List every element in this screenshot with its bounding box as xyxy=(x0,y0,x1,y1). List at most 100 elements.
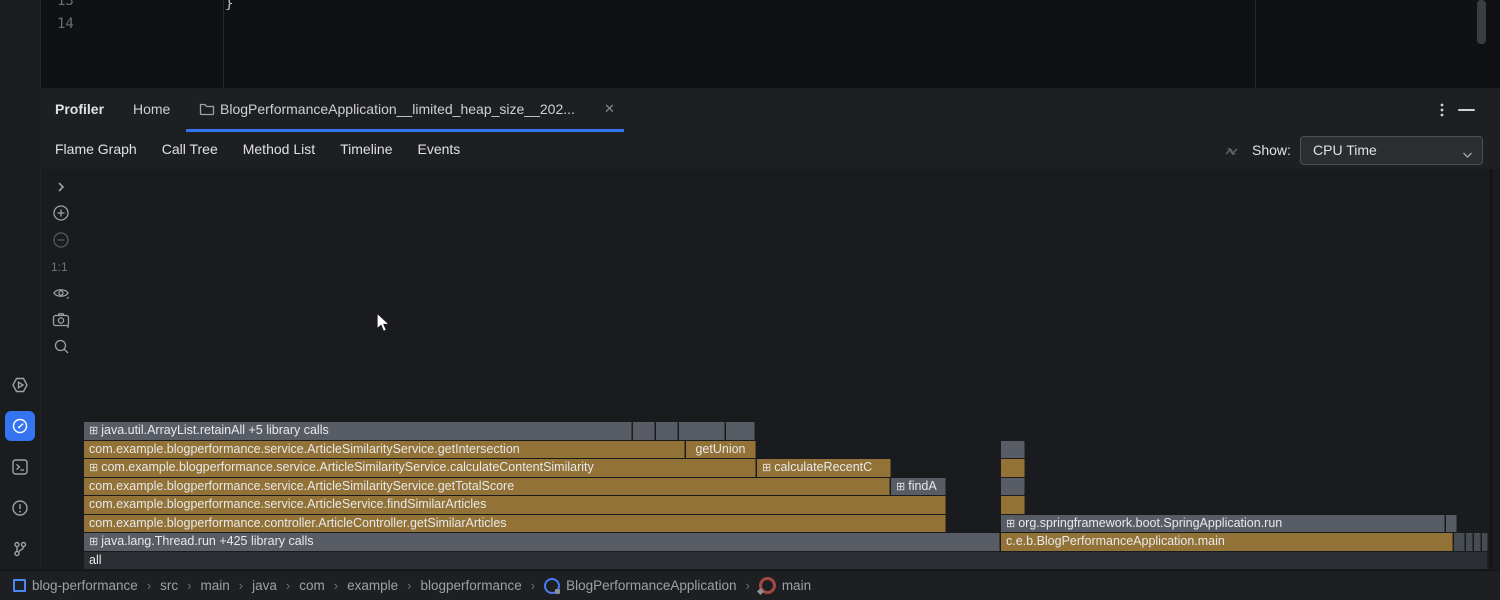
expand-chevron-icon[interactable] xyxy=(52,178,70,196)
zoom-in-icon[interactable] xyxy=(52,204,70,222)
flame-segment-run-425-library-calls[interactable]: ⊞java.lang.Thread.run +425 library calls xyxy=(84,533,1000,551)
breadcrumb-item-example[interactable]: example xyxy=(347,578,398,593)
ide-window: 13 14 } Profiler Home BlogPerf xyxy=(0,0,1500,600)
breadcrumb-item-com[interactable]: com xyxy=(299,578,325,593)
breadcrumb-label: java xyxy=(252,578,277,593)
gutter-line-number: 13 xyxy=(57,0,74,9)
flame-segment-label: java.util.ArrayList.retainAll +5 library… xyxy=(101,423,329,437)
breadcrumb-label: com xyxy=(299,578,325,593)
expand-node-icon[interactable]: ⊞ xyxy=(89,462,98,474)
screenshot-camera-icon[interactable] xyxy=(52,311,70,329)
flame-segment-label: findA xyxy=(908,479,937,493)
breadcrumb-label: blogperformance xyxy=(420,578,521,593)
breadcrumb-separator-icon: › xyxy=(147,578,151,593)
breadcrumb-item-java[interactable]: java xyxy=(252,578,277,593)
flame-segment-label: com.example.blogperformance.service.Arti… xyxy=(89,479,514,493)
flame-segment[interactable] xyxy=(679,422,725,440)
tab-home[interactable]: Home xyxy=(133,101,170,117)
flame-segment-gettotalscore[interactable]: com.example.blogperformance.service.Arti… xyxy=(84,478,890,496)
breadcrumb-item-src[interactable]: src xyxy=(160,578,178,593)
breadcrumb-separator-icon: › xyxy=(745,578,749,593)
terminal-icon[interactable] xyxy=(5,452,35,482)
breadcrumb-label: src xyxy=(160,578,178,593)
flame-segment-label: com.example.blogperformance.service.Arti… xyxy=(89,442,520,456)
flame-segment[interactable] xyxy=(1466,533,1473,551)
breadcrumb-separator-icon: › xyxy=(187,578,191,593)
flame-segment-label: calculateRecentC xyxy=(774,460,872,474)
breadcrumb-separator-icon: › xyxy=(407,578,411,593)
session-tab-label: BlogPerformanceApplication__limited_heap… xyxy=(220,101,575,117)
flame-segment[interactable] xyxy=(1451,515,1457,533)
breadcrumb-item-main[interactable]: main xyxy=(759,577,811,594)
breadcrumb-label: example xyxy=(347,578,398,593)
flame-segment[interactable] xyxy=(1001,496,1025,514)
method-icon xyxy=(759,577,776,594)
flame-segment-retainall-5-library-calls[interactable]: ⊞java.util.ArrayList.retainAll +5 librar… xyxy=(84,422,632,440)
flame-segment[interactable] xyxy=(1474,533,1481,551)
flame-segment-label: org.springframework.boot.SpringApplicati… xyxy=(1018,516,1282,530)
class-icon xyxy=(544,578,560,594)
profiler-icon[interactable] xyxy=(5,411,35,441)
zoom-reset-button[interactable]: 1:1 xyxy=(51,260,68,274)
version-control-icon[interactable] xyxy=(5,534,35,564)
breadcrumb-label: main xyxy=(201,578,230,593)
module-icon xyxy=(13,579,26,592)
editor-pane[interactable]: 13 14 } xyxy=(0,0,1500,89)
profiler-tabs: Flame GraphCall TreeMethod ListTimelineE… xyxy=(55,132,460,169)
more-options-icon[interactable] xyxy=(1434,101,1450,124)
flame-segment[interactable] xyxy=(633,422,655,440)
breadcrumb-item-main[interactable]: main xyxy=(201,578,230,593)
flame-segment[interactable] xyxy=(1001,478,1025,496)
expand-node-icon[interactable]: ⊞ xyxy=(89,536,98,548)
editor-split-divider xyxy=(1255,0,1256,88)
flame-segment[interactable] xyxy=(1454,533,1465,551)
flame-segment[interactable] xyxy=(656,422,678,440)
problems-icon[interactable] xyxy=(5,493,35,523)
flame-segment-calculatecontentsimilarity[interactable]: ⊞com.example.blogperformance.service.Art… xyxy=(84,459,756,477)
flame-segment-label: com.example.blogperformance.service.Arti… xyxy=(89,497,486,511)
toolbar-divider xyxy=(40,169,41,570)
breadcrumb-item-blogperformanceapplication[interactable]: BlogPerformanceApplication xyxy=(544,578,736,594)
tool-window-stripe xyxy=(0,0,41,570)
scale-arrows-icon[interactable] xyxy=(1222,142,1241,166)
expand-node-icon[interactable]: ⊞ xyxy=(1006,518,1015,530)
breadcrumb-separator-icon: › xyxy=(239,578,243,593)
expand-node-icon[interactable]: ⊞ xyxy=(89,425,98,437)
breadcrumb-separator-icon: › xyxy=(286,578,290,593)
flame-segment-label: com.example.blogperformance.controller.A… xyxy=(89,516,507,530)
breadcrumb: blog-performance › src › main › java › com › examp… xyxy=(0,570,1500,600)
expand-node-icon[interactable]: ⊞ xyxy=(762,462,771,474)
close-icon[interactable]: ✕ xyxy=(604,101,615,117)
panel-title: Profiler xyxy=(55,101,104,117)
flame-segment[interactable] xyxy=(1001,459,1025,477)
flame-segment-getintersection[interactable]: com.example.blogperformance.service.Arti… xyxy=(84,441,685,459)
flame-segment-all[interactable]: all xyxy=(84,552,1488,570)
flame-segment-label: getUnion xyxy=(695,442,745,456)
flame-segment[interactable] xyxy=(726,422,755,440)
breadcrumb-item-blog-performance[interactable]: blog-performance xyxy=(13,578,138,593)
flame-segment-finda[interactable]: ⊞findA xyxy=(891,478,946,496)
mouse-cursor xyxy=(375,312,393,341)
flame-segment-getsimilararticles[interactable]: com.example.blogperformance.controller.A… xyxy=(84,515,946,533)
zoom-out-icon[interactable] xyxy=(52,231,70,249)
flame-segment-findsimilararticles[interactable]: com.example.blogperformance.service.Arti… xyxy=(84,496,946,514)
show-dropdown-value: CPU Time xyxy=(1313,142,1377,158)
flame-segment[interactable] xyxy=(1001,441,1025,459)
flame-segment-label: all xyxy=(89,553,102,567)
flame-segment-label: java.lang.Thread.run +425 library calls xyxy=(101,534,313,548)
flame-segment-calculaterecentc[interactable]: ⊞calculateRecentC xyxy=(757,459,891,477)
flame-segment-run[interactable]: ⊞org.springframework.boot.SpringApplicat… xyxy=(1001,515,1445,533)
visibility-eye-icon[interactable] xyxy=(52,284,70,302)
flame-segment-main[interactable]: c.e.b.BlogPerformanceApplication.main xyxy=(1001,533,1453,551)
hide-panel-icon[interactable] xyxy=(1458,109,1475,111)
breadcrumb-item-blogperformance[interactable]: blogperformance xyxy=(420,578,521,593)
editor-scrollbar[interactable] xyxy=(1477,0,1486,44)
flame-segment[interactable] xyxy=(1482,533,1488,551)
show-dropdown[interactable]: CPU Time xyxy=(1300,136,1483,165)
search-icon[interactable] xyxy=(52,337,70,355)
expand-node-icon[interactable]: ⊞ xyxy=(896,481,905,493)
services-icon[interactable] xyxy=(5,370,35,400)
panel-edge-divider xyxy=(1490,169,1492,570)
tab-session[interactable]: BlogPerformanceApplication__limited_heap… xyxy=(186,88,624,132)
flame-segment-getunion[interactable]: getUnion xyxy=(686,441,756,459)
